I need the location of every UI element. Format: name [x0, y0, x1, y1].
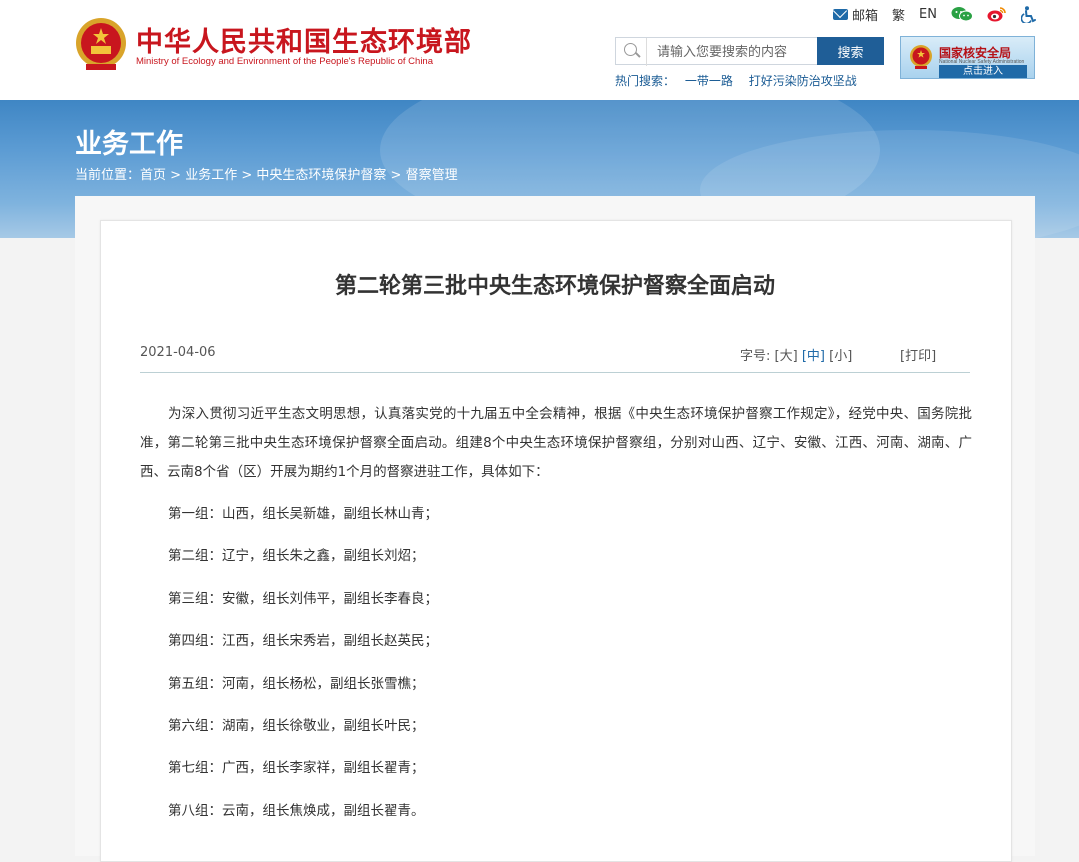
- group-item: 第六组：湖南，组长徐敬业，副组长叶民；: [168, 718, 425, 734]
- wechat-icon: [951, 7, 973, 22]
- section-heading: 业务工作: [75, 129, 183, 160]
- accessibility-link[interactable]: [1021, 5, 1037, 23]
- hot-search-keyword[interactable]: 一带一路: [685, 74, 733, 88]
- article-body: 为深入贯彻习近平生态文明思想，认真落实党的十九届五中全会精神，根据《中央生态环境…: [140, 400, 972, 487]
- font-size-label: 字号:: [740, 349, 771, 364]
- article-date: 2021-04-06: [140, 345, 216, 360]
- search-button[interactable]: 搜索: [817, 37, 884, 65]
- traditional-chinese-link[interactable]: 繁: [892, 5, 905, 24]
- wechat-link[interactable]: [951, 6, 973, 22]
- site-header: 中华人民共和国生态环境部 Ministry of Ecology and Env…: [0, 0, 1079, 100]
- site-logo-title[interactable]: 中华人民共和国生态环境部: [136, 20, 472, 59]
- group-item: 第五组：河南，组长杨松，副组长张雪樵；: [168, 676, 425, 692]
- breadcrumb-separator: >: [237, 168, 257, 183]
- font-size-large[interactable]: [大]: [775, 349, 798, 364]
- search-box: [615, 37, 825, 66]
- accessibility-icon: [1021, 5, 1036, 23]
- nsa-emblem-icon: [910, 45, 932, 69]
- font-size-small[interactable]: [小]: [829, 349, 852, 364]
- group-item: 第二组：辽宁，组长朱之鑫，副组长刘炤；: [168, 548, 425, 564]
- breadcrumb-prefix: 当前位置：: [75, 168, 141, 183]
- breadcrumb-item-home[interactable]: 首页: [140, 168, 166, 183]
- article-intro: 为深入贯彻习近平生态文明思想，认真落实党的十九届五中全会精神，根据《中央生态环境…: [140, 406, 972, 480]
- article-title: 第二轮第三批中央生态环境保护督察全面启动: [334, 274, 775, 299]
- group-item: 第三组：安徽，组长刘伟平，副组长李春良；: [168, 591, 438, 607]
- weibo-link[interactable]: [987, 6, 1007, 22]
- font-size-controls: 字号: [大] [中] [小]: [740, 345, 852, 364]
- font-size-medium[interactable]: [中]: [802, 349, 825, 364]
- breadcrumb-item-inspection[interactable]: 中央生态环境保护督察: [256, 168, 386, 183]
- nsa-enter-button[interactable]: 点击进入: [939, 65, 1027, 78]
- hot-search: 热门搜索： 一带一路 打好污染防治攻坚战: [615, 72, 869, 89]
- breadcrumb-item-business[interactable]: 业务工作: [185, 168, 237, 183]
- top-links: 邮箱 繁 EN: [819, 5, 1037, 24]
- group-item: 第四组：江西，组长宋秀岩，副组长赵英民；: [168, 633, 438, 649]
- search-input[interactable]: [646, 38, 825, 66]
- breadcrumb-separator: >: [386, 168, 406, 183]
- search-icon: [624, 43, 637, 56]
- group-item: 第八组：云南，组长焦焕成，副组长翟青。: [168, 803, 425, 819]
- traditional-label: 繁: [892, 8, 906, 24]
- group-item: 第七组：广西，组长李家祥，副组长翟青；: [168, 760, 425, 776]
- article-divider: [140, 372, 970, 373]
- group-item: 第一组：山西，组长吴新雄，副组长林山青；: [168, 506, 438, 522]
- english-label: EN: [919, 6, 937, 22]
- breadcrumb-item-management[interactable]: 督察管理: [406, 168, 458, 183]
- mail-link[interactable]: 邮箱: [833, 5, 878, 24]
- print-button[interactable]: [打印]: [900, 345, 936, 364]
- site-logo-subtitle[interactable]: Ministry of Ecology and Environment of t…: [136, 56, 433, 67]
- breadcrumb-separator: >: [166, 168, 186, 183]
- mail-label: 邮箱: [852, 8, 879, 24]
- english-link[interactable]: EN: [919, 7, 937, 22]
- hot-search-label: 热门搜索：: [615, 74, 676, 88]
- weibo-icon: [987, 7, 1006, 22]
- breadcrumb: 当前位置：首页 > 业务工作 > 中央生态环境保护督察 > 督察管理: [75, 164, 458, 183]
- mail-icon: [833, 8, 849, 20]
- hot-search-keyword[interactable]: 打好污染防治攻坚战: [749, 74, 857, 88]
- nsa-banner-link[interactable]: 国家核安全局 National Nuclear Safety Administr…: [900, 36, 1035, 79]
- national-emblem-icon: [76, 18, 126, 70]
